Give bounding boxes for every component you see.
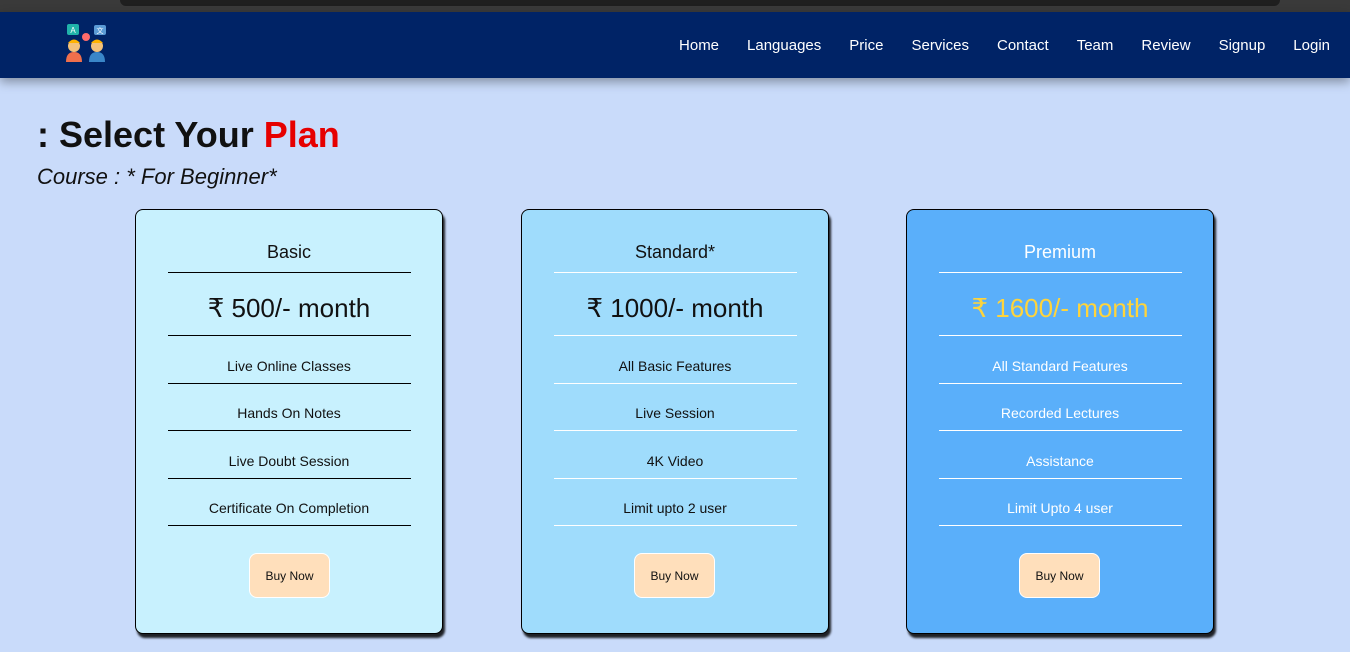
plan-card-premium: Premium ₹ 1600/- month All Standard Feat… bbox=[906, 209, 1214, 634]
divider bbox=[168, 478, 411, 479]
divider bbox=[168, 335, 411, 336]
plan-feature: Assistance bbox=[1026, 453, 1094, 469]
divider bbox=[939, 430, 1182, 431]
page-title: : Select Your Plan bbox=[37, 114, 340, 156]
browser-address-bar bbox=[120, 0, 1280, 6]
plan-feature: Hands On Notes bbox=[237, 405, 341, 421]
nav-link-home[interactable]: Home bbox=[679, 37, 719, 54]
nav-link-contact[interactable]: Contact bbox=[997, 37, 1049, 54]
svg-text:A: A bbox=[70, 26, 76, 35]
plan-feature: Limit Upto 4 user bbox=[1007, 500, 1113, 516]
plan-price: ₹ 500/- month bbox=[207, 293, 371, 323]
plan-feature: 4K Video bbox=[646, 453, 704, 469]
plan-card-standard: Standard* ₹ 1000/- month All Basic Featu… bbox=[521, 209, 829, 634]
nav-link-price[interactable]: Price bbox=[849, 37, 883, 54]
nav-link-login[interactable]: Login bbox=[1293, 37, 1330, 54]
buy-now-button-standard[interactable]: Buy Now bbox=[634, 553, 715, 598]
course-subtitle: Course : * For Beginner* bbox=[37, 164, 277, 189]
page-title-accent: Plan bbox=[263, 114, 340, 155]
svg-text:文: 文 bbox=[97, 26, 104, 35]
divider bbox=[554, 525, 797, 526]
divider bbox=[939, 272, 1182, 273]
plan-price: ₹ 1000/- month bbox=[586, 293, 764, 323]
plan-feature: All Basic Features bbox=[618, 358, 732, 374]
nav-link-signup[interactable]: Signup bbox=[1219, 37, 1266, 54]
plan-feature: All Standard Features bbox=[992, 358, 1128, 374]
divider bbox=[554, 478, 797, 479]
divider bbox=[939, 335, 1182, 336]
browser-top-strip bbox=[0, 0, 1350, 12]
plan-title: Basic bbox=[266, 242, 311, 262]
plan-price: ₹ 1600/- month bbox=[971, 293, 1149, 323]
plan-feature: Limit upto 2 user bbox=[623, 500, 727, 516]
page-title-prefix: : Select Your bbox=[37, 114, 264, 155]
buy-now-button-premium[interactable]: Buy Now bbox=[1019, 553, 1100, 598]
plan-title: Standard* bbox=[634, 242, 716, 262]
nav-link-review[interactable]: Review bbox=[1141, 37, 1190, 54]
divider bbox=[939, 383, 1182, 384]
plan-feature: Certificate On Completion bbox=[208, 500, 370, 516]
buy-now-button-basic[interactable]: Buy Now bbox=[249, 553, 330, 598]
language-learners-logo-icon[interactable]: A 文 bbox=[64, 24, 110, 66]
plan-title: Premium bbox=[1023, 242, 1096, 262]
nav-link-services[interactable]: Services bbox=[911, 37, 969, 54]
divider bbox=[168, 272, 411, 273]
divider bbox=[168, 525, 411, 526]
divider bbox=[554, 383, 797, 384]
plan-feature: Live Doubt Session bbox=[228, 453, 350, 469]
plan-feature: Live Session bbox=[635, 405, 715, 421]
divider bbox=[554, 335, 797, 336]
divider bbox=[168, 383, 411, 384]
divider bbox=[168, 430, 411, 431]
nav-link-languages[interactable]: Languages bbox=[747, 37, 821, 54]
plan-feature: Recorded Lectures bbox=[1000, 405, 1120, 421]
plan-card-basic: Basic ₹ 500/- month Live Online Classes … bbox=[135, 209, 443, 634]
navbar: A 文 Home Languages Price Services Contac… bbox=[0, 12, 1350, 78]
divider bbox=[939, 525, 1182, 526]
divider bbox=[554, 430, 797, 431]
nav-links: Home Languages Price Services Contact Te… bbox=[651, 12, 1330, 78]
divider bbox=[939, 478, 1182, 479]
plan-feature: Live Online Classes bbox=[227, 358, 351, 374]
divider bbox=[554, 272, 797, 273]
nav-link-team[interactable]: Team bbox=[1077, 37, 1114, 54]
